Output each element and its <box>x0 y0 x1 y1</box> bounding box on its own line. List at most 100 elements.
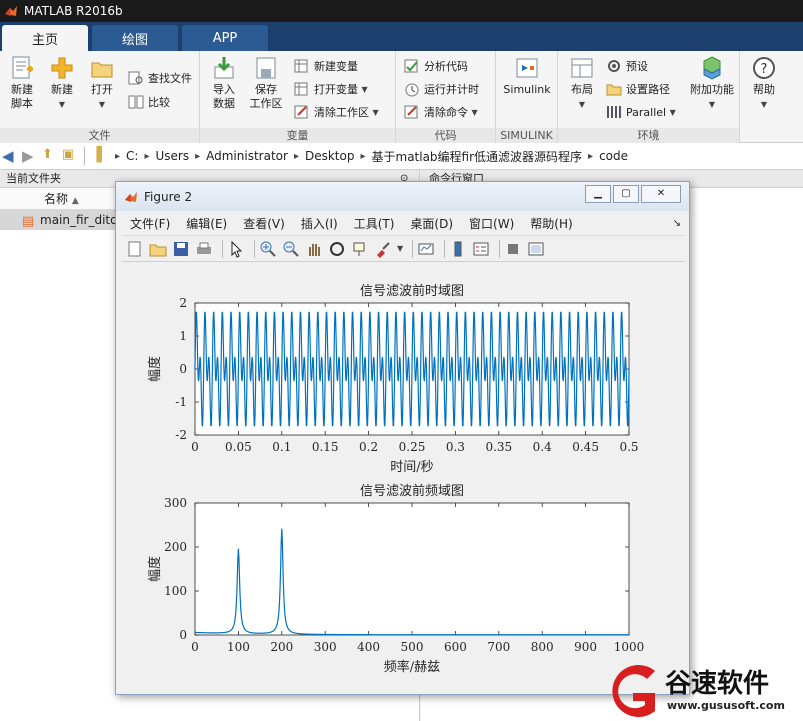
close-icon[interactable]: ✕ <box>641 185 681 203</box>
chevron-down-icon[interactable]: ▼ <box>397 244 403 253</box>
new-variable-button[interactable]: 新建变量 <box>294 55 358 77</box>
menubar-overflow-icon[interactable]: ↘ <box>673 218 681 229</box>
rotate-3d-icon[interactable] <box>328 240 346 258</box>
minimize-icon[interactable]: ▁ <box>585 185 611 203</box>
help-button[interactable]: ? 帮助 ▼ <box>742 55 786 112</box>
y-tick-label: 2 <box>179 296 187 310</box>
y-tick-label: -2 <box>175 428 187 442</box>
addons-button[interactable]: 附加功能 ▼ <box>686 55 738 112</box>
run-and-time-button[interactable]: 运行并计时 <box>404 78 479 100</box>
matlab-logo-icon <box>5 6 17 16</box>
y-axis-label: 幅度 <box>147 356 163 382</box>
toolbar-divider <box>222 239 223 258</box>
menu-edit[interactable]: 编辑(E) <box>186 215 227 232</box>
breadcrumb-segment[interactable]: Desktop <box>305 149 355 163</box>
tab-plots[interactable]: 绘图 <box>92 25 178 51</box>
new-button[interactable]: 新建 ▼ <box>40 55 84 112</box>
breadcrumb-segment[interactable]: C: <box>126 149 138 163</box>
new-figure-icon[interactable] <box>126 240 144 258</box>
open-button[interactable]: 打开 ▼ <box>80 55 124 112</box>
brush-icon[interactable] <box>374 240 392 258</box>
save-icon[interactable] <box>172 240 190 258</box>
x-tick-label: 0.4 <box>533 440 552 454</box>
pan-hand-icon[interactable] <box>305 240 323 258</box>
maximize-icon[interactable]: ▢ <box>613 185 639 203</box>
open-variable-button[interactable]: 打开变量 ▼ <box>294 78 368 100</box>
link-plot-icon[interactable] <box>417 240 435 258</box>
pointer-icon[interactable] <box>227 240 245 258</box>
zoom-in-icon[interactable] <box>259 240 277 258</box>
figure-window: Figure 2 ▁ ▢ ✕ 文件(F) 编辑(E) 查看(V) 插入(I) 工… <box>115 181 690 695</box>
find-files-label: 查找文件 <box>148 72 192 85</box>
menu-desktop[interactable]: 桌面(D) <box>410 215 453 232</box>
x-tick-label: 0.1 <box>272 440 291 454</box>
group-file: 新建 脚本 新建 ▼ 打开 ▼ 查找文件 比较 文件 <box>0 51 200 143</box>
chevron-down-icon: ▼ <box>669 107 676 117</box>
m-file-icon: ▤ <box>22 214 35 229</box>
ribbon: 新建 脚本 新建 ▼ 打开 ▼ 查找文件 比较 文件 导入 数据 保存 工作区 <box>0 51 803 143</box>
set-path-label: 设置路径 <box>626 83 670 96</box>
menu-insert[interactable]: 插入(I) <box>301 215 338 232</box>
group-file-label: 文件 <box>0 128 199 143</box>
y-tick-label: 0 <box>179 628 187 642</box>
chevron-down-icon: ▼ <box>361 84 368 94</box>
print-icon[interactable] <box>195 240 213 258</box>
y-tick-label: 0 <box>179 362 187 376</box>
set-path-button[interactable]: 设置路径 <box>606 78 670 100</box>
watermark-text: 谷速软件 <box>665 669 770 699</box>
hide-plot-tools-icon[interactable] <box>504 240 522 258</box>
legend-icon[interactable] <box>472 240 490 258</box>
tab-home[interactable]: 主页 <box>2 25 88 51</box>
find-files-button[interactable]: 查找文件 <box>128 67 192 89</box>
simulink-button[interactable]: Simulink <box>500 55 554 97</box>
save-workspace-icon <box>256 57 276 79</box>
analyze-code-button[interactable]: 分析代码 <box>404 55 468 77</box>
group-environment: 布局 ▼ 预设 设置路径 Parallel ▼ 附加功能 ▼ 环境 <box>558 51 740 143</box>
y-tick-label: 1 <box>179 329 187 343</box>
save-workspace-button[interactable]: 保存 工作区 <box>244 55 288 111</box>
breadcrumb-segment[interactable]: code <box>599 149 628 163</box>
window-controls: ▁ ▢ ✕ <box>583 185 681 203</box>
new-label: 新建 <box>51 83 73 96</box>
menu-view[interactable]: 查看(V) <box>243 215 285 232</box>
clear-workspace-button[interactable]: 清除工作区 ▼ <box>294 101 379 123</box>
import-data-button[interactable]: 导入 数据 <box>202 55 246 111</box>
tab-apps[interactable]: APP <box>182 25 268 51</box>
colorbar-icon[interactable] <box>449 240 467 258</box>
parallel-button[interactable]: Parallel ▼ <box>606 101 676 123</box>
analyze-code-label: 分析代码 <box>424 60 468 73</box>
new-script-button[interactable]: 新建 脚本 <box>0 55 44 111</box>
folder-icon: ▐ <box>91 147 102 163</box>
layout-button[interactable]: 布局 ▼ <box>560 55 604 112</box>
compare-button[interactable]: 比较 <box>128 91 170 113</box>
breadcrumb-segment[interactable]: 基于matlab编程fir低通滤波器源码程序 <box>372 148 583 165</box>
zoom-out-icon[interactable] <box>282 240 300 258</box>
group-environment-label: 环境 <box>558 128 739 143</box>
forward-arrow-icon[interactable]: ▶ <box>22 147 40 165</box>
clear-commands-button[interactable]: 清除命令 ▼ <box>404 101 478 123</box>
up-folder-icon[interactable]: ⬆ <box>42 147 60 165</box>
open-file-icon[interactable] <box>149 240 167 258</box>
open-variable-icon <box>294 82 308 96</box>
breadcrumb-segment[interactable]: Users <box>155 149 189 163</box>
browse-folder-icon[interactable]: ▣ <box>62 147 80 165</box>
menu-window[interactable]: 窗口(W) <box>469 215 514 232</box>
watermark-url: www.gususoft.com <box>667 699 785 712</box>
show-plot-tools-icon[interactable] <box>527 240 545 258</box>
watermark: 谷速软件 www.gususoft.com <box>603 661 803 721</box>
chevron-right-icon: ▸ <box>144 150 150 162</box>
x-tick-label: 700 <box>487 640 510 654</box>
data-cursor-icon[interactable] <box>351 240 369 258</box>
x-tick-label: 0.35 <box>485 440 512 454</box>
menu-help[interactable]: 帮助(H) <box>530 215 572 232</box>
layout-icon <box>571 58 593 78</box>
menu-tools[interactable]: 工具(T) <box>354 215 395 232</box>
simulink-label: Simulink <box>503 83 551 96</box>
breadcrumb-segment[interactable]: Administrator <box>206 149 288 163</box>
menu-file[interactable]: 文件(F) <box>130 215 170 232</box>
x-tick-label: 1000 <box>614 640 645 654</box>
back-arrow-icon[interactable]: ◀ <box>2 147 20 165</box>
preferences-button[interactable]: 预设 <box>606 55 648 77</box>
compare-icon <box>128 95 144 109</box>
addons-icon <box>703 56 721 80</box>
